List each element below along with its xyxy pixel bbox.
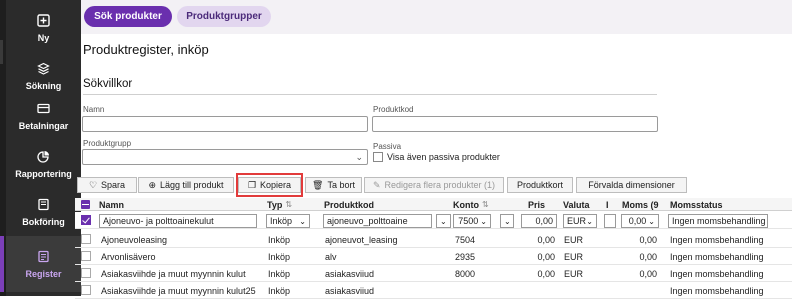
passive-checkbox-label: Visa även passiva produkter xyxy=(387,152,500,162)
col-vat-status: Momsstatus xyxy=(670,199,723,210)
table-row[interactable]: Asiakasviihde ja muut myynnin kulut Inkö… xyxy=(75,265,792,282)
stack-icon xyxy=(37,61,51,75)
row-checkbox[interactable] xyxy=(81,285,91,295)
col-name: Namn xyxy=(99,199,125,210)
plus-circle-icon: ⊕ xyxy=(148,179,156,190)
nav-item-label: Ny xyxy=(37,33,50,43)
account-dropdown[interactable]: ⌄ xyxy=(500,214,514,228)
code-dropdown[interactable]: ⌄ xyxy=(436,214,451,228)
col-type: Typ ⇅ xyxy=(267,199,293,210)
save-button-label: Spara xyxy=(101,180,126,190)
nav-item-register[interactable]: Register xyxy=(0,236,81,292)
left-navigation: Ny Sökning Betalningar Rapportering Bokf… xyxy=(0,0,81,296)
trash-icon: 🗑 xyxy=(312,179,324,190)
name-cell-input[interactable]: Ajoneuvo- ja polttoainekulut xyxy=(99,214,257,228)
i-cell[interactable] xyxy=(604,214,616,228)
table-row[interactable]: Asiakasviihde ja muut myynnin kulut25 In… xyxy=(75,282,792,299)
col-i: I xyxy=(606,199,609,210)
sort-icon: ⇅ xyxy=(285,200,293,209)
col-code: Produktkod xyxy=(324,199,375,210)
chevron-down-icon: ⌄ xyxy=(355,152,363,162)
table-row[interactable]: Arvonlisävero Inköp alv 2935 0,00 EUR 0,… xyxy=(75,248,792,265)
row-checkbox[interactable] xyxy=(81,251,91,261)
page-title: Produktregister, inköp xyxy=(83,42,209,57)
table-header: Namn Typ ⇅ Produktkod Konto ⇅ Pris Valuta … xyxy=(75,198,792,211)
price-cell-input[interactable]: 0,00 xyxy=(521,214,557,228)
save-button[interactable]: ♡ Spara xyxy=(77,177,137,193)
delete-button-label: Ta bort xyxy=(327,180,355,190)
section-title: Sökvillkor xyxy=(83,78,133,90)
currency-cell-select[interactable]: EUR ⌄ xyxy=(563,214,597,228)
product-card-label: Produktkort xyxy=(516,180,564,190)
row-checkbox[interactable] xyxy=(81,234,91,244)
nav-item-label: Rapportering xyxy=(15,169,72,179)
default-dimensions-label: Förvalda dimensioner xyxy=(588,180,675,190)
table-row[interactable]: Ajoneuvoleasing Inköp ajoneuvot_leasing … xyxy=(75,231,792,248)
section-divider xyxy=(83,94,657,95)
product-card-button[interactable]: Produktkort xyxy=(507,177,573,193)
plus-square-icon xyxy=(37,13,51,27)
edit-multiple-button[interactable]: ✎ Redigera flera produkter (1) xyxy=(364,177,504,193)
code-cell-input[interactable]: ajoneuvo_polttoaine xyxy=(323,214,432,228)
tab-bar: Sök produkter Produktgrupper xyxy=(81,0,792,34)
register-icon xyxy=(37,249,51,263)
col-vat: Moms (9 xyxy=(622,199,659,210)
card-icon xyxy=(37,101,51,115)
add-product-label: Lägg till produkt xyxy=(160,180,224,190)
table-row-selected[interactable]: Ajoneuvo- ja polttoainekulut Inköp ⌄ ajon… xyxy=(75,212,792,229)
group-select[interactable]: ⌄ xyxy=(82,149,368,165)
default-dimensions-button[interactable]: Förvalda dimensioner xyxy=(576,177,687,193)
type-cell-select[interactable]: Inköp ⌄ xyxy=(266,214,310,228)
col-price: Pris xyxy=(528,199,546,210)
sort-icon: ⇅ xyxy=(482,200,489,209)
vat-status-cell-select[interactable]: Ingen momsbehandling⌄ xyxy=(668,214,768,228)
active-indicator xyxy=(0,236,4,292)
row-checkbox[interactable] xyxy=(81,215,91,225)
copy-highlight-box xyxy=(236,173,303,197)
tab-product-groups[interactable]: Produktgrupper xyxy=(177,6,271,27)
row-checkbox[interactable] xyxy=(81,268,91,278)
add-product-button[interactable]: ⊕ Lägg till produkt xyxy=(138,177,234,193)
nav-item-bookkeeping[interactable]: Bokföring xyxy=(6,184,81,240)
vat-cell-select[interactable]: 0,00 ⌄ xyxy=(621,214,659,228)
book-icon xyxy=(37,197,51,211)
nav-item-label: Register xyxy=(25,269,62,279)
nav-item-label: Betalningar xyxy=(18,121,69,131)
passive-label: Passiva xyxy=(373,142,402,151)
select-all-checkbox[interactable] xyxy=(81,198,95,211)
edit-icon: ✎ xyxy=(372,179,381,190)
delete-button[interactable]: 🗑 Ta bort xyxy=(305,177,362,193)
edit-multiple-label: Redigera flera produkter (1) xyxy=(384,180,496,190)
name-label: Namn xyxy=(83,105,105,114)
nav-item-label: Bokföring xyxy=(22,217,65,227)
main-content: Sök produkter Produktgrupper Produktregi… xyxy=(75,0,792,299)
col-currency: Valuta xyxy=(563,199,590,210)
account-cell-select[interactable]: 7500 ⌄ xyxy=(453,214,491,228)
tab-search-products[interactable]: Sök produkter xyxy=(84,6,172,27)
code-label: Produktkod xyxy=(373,105,414,114)
heart-icon: ♡ xyxy=(88,179,98,190)
pie-icon xyxy=(37,149,51,163)
name-input[interactable] xyxy=(82,116,368,132)
group-label: Produktgrupp xyxy=(83,139,132,148)
col-account: Konto ⇅ xyxy=(453,199,489,210)
passive-checkbox[interactable] xyxy=(373,152,383,162)
code-input[interactable] xyxy=(372,116,658,132)
